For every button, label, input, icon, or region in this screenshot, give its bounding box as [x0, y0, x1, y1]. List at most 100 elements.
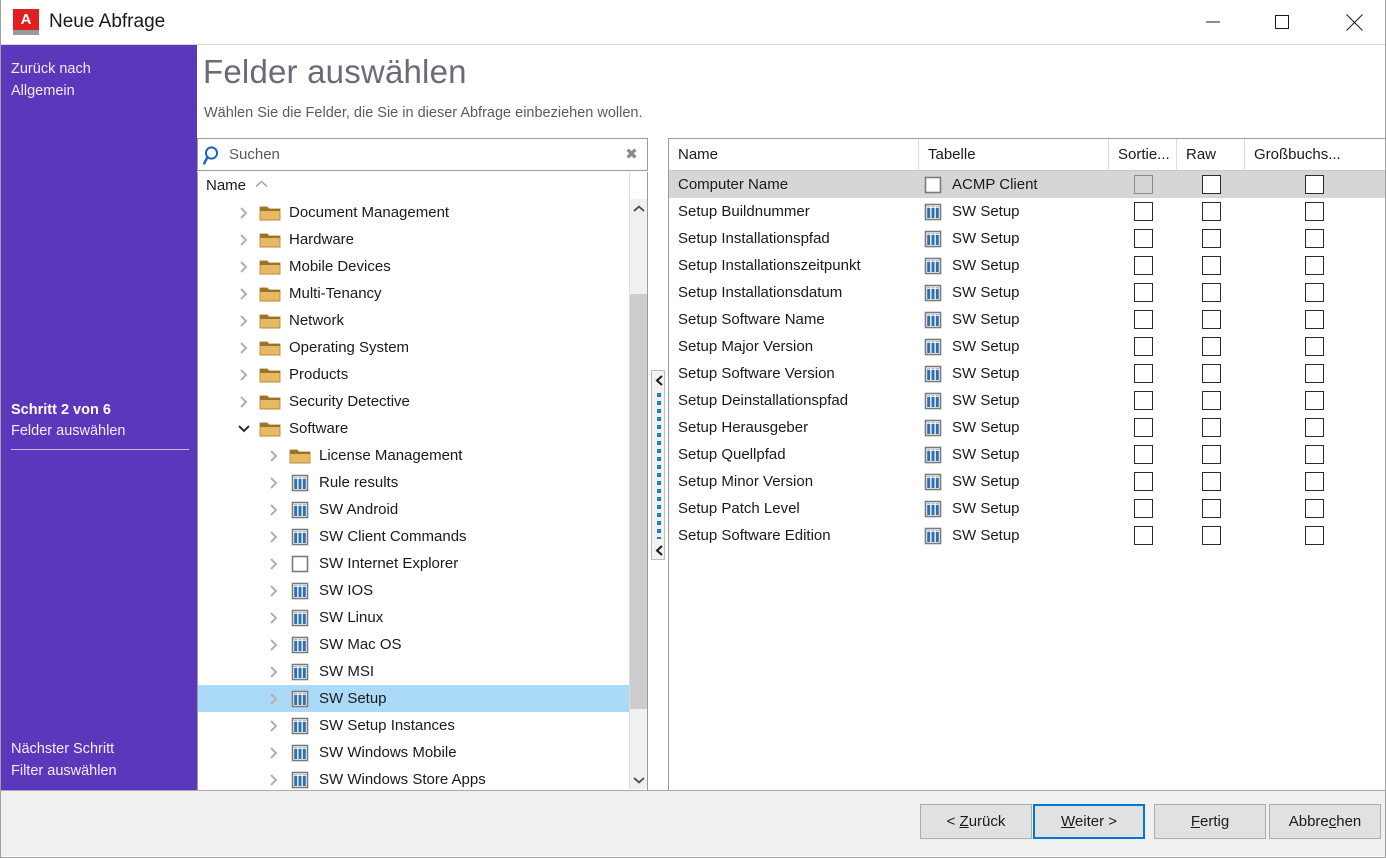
sort-checkbox[interactable]	[1133, 202, 1153, 221]
uppercase-checkbox[interactable]	[1304, 175, 1324, 194]
sort-cell[interactable]	[1109, 522, 1177, 549]
clear-search-icon[interactable]: ✖	[623, 146, 640, 163]
tree-item[interactable]: Products	[198, 361, 630, 388]
chevron-right-icon[interactable]	[266, 448, 281, 463]
uppercase-cell[interactable]	[1245, 171, 1383, 198]
tree-column-header-name[interactable]: Name	[198, 172, 647, 199]
table-row[interactable]: Setup Installationspfad SW Setup	[669, 225, 1385, 252]
raw-checkbox[interactable]	[1201, 445, 1221, 464]
raw-checkbox[interactable]	[1201, 229, 1221, 248]
sort-cell[interactable]	[1109, 279, 1177, 306]
next-button[interactable]: Weiter >	[1033, 804, 1145, 839]
table-row[interactable]: Setup Major Version SW Setup	[669, 333, 1385, 360]
scroll-up-icon[interactable]	[630, 199, 647, 218]
uppercase-checkbox[interactable]	[1304, 202, 1324, 221]
back-button[interactable]: < Zurück	[920, 804, 1032, 839]
sort-cell[interactable]	[1109, 252, 1177, 279]
chevron-right-icon[interactable]	[236, 340, 251, 355]
chevron-right-icon[interactable]	[266, 610, 281, 625]
chevron-right-icon[interactable]	[266, 583, 281, 598]
sort-checkbox[interactable]	[1133, 310, 1153, 329]
uppercase-cell[interactable]	[1245, 279, 1383, 306]
uppercase-cell[interactable]	[1245, 333, 1383, 360]
chevron-right-icon[interactable]	[236, 205, 251, 220]
tree-item[interactable]: SW IOS	[198, 577, 630, 604]
tree-item[interactable]: Hardware	[198, 226, 630, 253]
uppercase-cell[interactable]	[1245, 495, 1383, 522]
chevron-right-icon[interactable]	[266, 529, 281, 544]
scrollbar-thumb[interactable]	[630, 294, 647, 709]
table-row[interactable]: Setup Installationsdatum SW Setup	[669, 279, 1385, 306]
back-to-general-link[interactable]: Zurück nach Allgemein	[11, 58, 181, 102]
tree-item[interactable]: License Management	[198, 442, 630, 469]
uppercase-checkbox[interactable]	[1304, 499, 1324, 518]
raw-checkbox[interactable]	[1201, 310, 1221, 329]
sort-checkbox[interactable]	[1133, 229, 1153, 248]
table-row[interactable]: Setup Herausgeber SW Setup	[669, 414, 1385, 441]
raw-cell[interactable]	[1177, 306, 1245, 333]
search-box[interactable]: ✖	[197, 138, 648, 171]
tree-item[interactable]: Document Management	[198, 199, 630, 226]
scroll-down-icon[interactable]	[630, 770, 647, 789]
tree-item[interactable]: SW Client Commands	[198, 523, 630, 550]
raw-checkbox[interactable]	[1201, 337, 1221, 356]
sort-checkbox[interactable]	[1133, 391, 1153, 410]
raw-checkbox[interactable]	[1201, 202, 1221, 221]
sort-cell[interactable]	[1109, 198, 1177, 225]
tree-item[interactable]: Multi-Tenancy	[198, 280, 630, 307]
table-row[interactable]: Computer Name ACMP Client	[669, 171, 1385, 198]
tree-item[interactable]: Mobile Devices	[198, 253, 630, 280]
chevron-right-icon[interactable]	[236, 232, 251, 247]
uppercase-checkbox[interactable]	[1304, 337, 1324, 356]
raw-cell[interactable]	[1177, 468, 1245, 495]
uppercase-cell[interactable]	[1245, 414, 1383, 441]
tree-item[interactable]: SW Internet Explorer	[198, 550, 630, 577]
raw-checkbox[interactable]	[1201, 418, 1221, 437]
uppercase-cell[interactable]	[1245, 468, 1383, 495]
sort-checkbox[interactable]	[1133, 472, 1153, 491]
collapse-left-icon-bottom[interactable]	[652, 543, 664, 557]
chevron-right-icon[interactable]	[236, 259, 251, 274]
tree-item[interactable]: SW Windows Store Apps	[198, 766, 630, 789]
raw-cell[interactable]	[1177, 171, 1245, 198]
close-icon[interactable]	[1331, 0, 1377, 44]
sort-cell[interactable]	[1109, 387, 1177, 414]
chevron-right-icon[interactable]	[236, 286, 251, 301]
tree-item[interactable]: SW Android	[198, 496, 630, 523]
tree-item-list[interactable]: Document Management Hardware Mobile Device…	[198, 199, 630, 789]
raw-cell[interactable]	[1177, 387, 1245, 414]
tree-item[interactable]: SW Windows Mobile	[198, 739, 630, 766]
uppercase-cell[interactable]	[1245, 441, 1383, 468]
table-row[interactable]: Setup Deinstallationspfad SW Setup	[669, 387, 1385, 414]
chevron-down-icon[interactable]	[236, 421, 251, 436]
table-row[interactable]: Setup Minor Version SW Setup	[669, 468, 1385, 495]
sort-cell[interactable]	[1109, 333, 1177, 360]
raw-checkbox[interactable]	[1201, 256, 1221, 275]
panel-splitter[interactable]	[651, 370, 665, 560]
sort-cell[interactable]	[1109, 495, 1177, 522]
table-row[interactable]: Setup Software Name SW Setup	[669, 306, 1385, 333]
raw-checkbox[interactable]	[1201, 364, 1221, 383]
sort-checkbox[interactable]	[1133, 364, 1153, 383]
uppercase-cell[interactable]	[1245, 360, 1383, 387]
raw-cell[interactable]	[1177, 225, 1245, 252]
tree-item[interactable]: SW Setup Instances	[198, 712, 630, 739]
uppercase-checkbox[interactable]	[1304, 526, 1324, 545]
search-input[interactable]	[227, 139, 607, 170]
chevron-right-icon[interactable]	[266, 556, 281, 571]
table-row[interactable]: Setup Software Version SW Setup	[669, 360, 1385, 387]
raw-cell[interactable]	[1177, 495, 1245, 522]
uppercase-cell[interactable]	[1245, 306, 1383, 333]
uppercase-checkbox[interactable]	[1304, 445, 1324, 464]
grid-col-name[interactable]: Name	[669, 139, 919, 170]
raw-cell[interactable]	[1177, 279, 1245, 306]
raw-checkbox[interactable]	[1201, 499, 1221, 518]
sort-checkbox[interactable]	[1133, 283, 1153, 302]
uppercase-cell[interactable]	[1245, 225, 1383, 252]
sort-cell[interactable]	[1109, 171, 1177, 198]
raw-checkbox[interactable]	[1201, 391, 1221, 410]
uppercase-checkbox[interactable]	[1304, 283, 1324, 302]
uppercase-cell[interactable]	[1245, 252, 1383, 279]
uppercase-checkbox[interactable]	[1304, 229, 1324, 248]
finish-button[interactable]: Fertig	[1154, 804, 1266, 839]
